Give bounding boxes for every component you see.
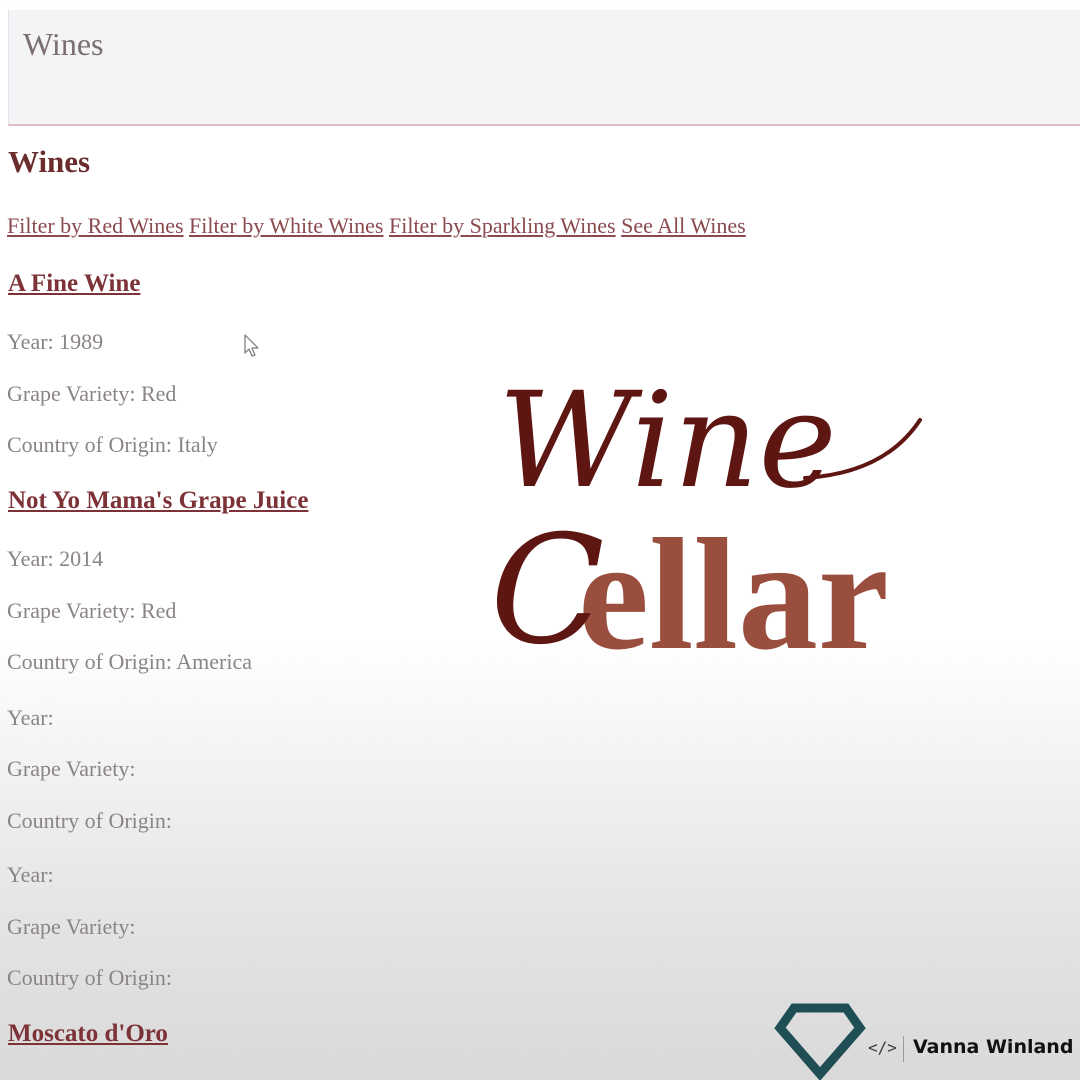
wine-year: Year: — [7, 705, 54, 730]
filter-links: Filter by Red Wines Filter by White Wine… — [7, 213, 746, 239]
filter-white-link[interactable]: Filter by White Wines — [189, 213, 383, 238]
wine-country: Country of Origin: — [7, 808, 172, 833]
mouse-pointer-icon — [244, 334, 259, 357]
wine-country: Country of Origin: Italy — [7, 432, 218, 457]
brand-divider — [903, 1036, 904, 1062]
see-all-link[interactable]: See All Wines — [621, 213, 746, 238]
filter-red-link[interactable]: Filter by Red Wines — [7, 213, 184, 238]
brand-watermark: </> Vanna Winland — [772, 1000, 1074, 1080]
wine-cellar-logo: Wine ellar C — [490, 364, 922, 668]
top-bar: Wines — [8, 10, 1080, 126]
wine-grape-variety: Grape Variety: — [7, 756, 136, 781]
code-icon: </> — [868, 1038, 897, 1057]
logo-wine-text: Wine — [498, 364, 837, 518]
wine-year: Year: — [7, 862, 54, 887]
wine-country: Country of Origin: — [7, 965, 172, 990]
page-title: Wines — [8, 144, 91, 179]
wine-title-link[interactable]: Not Yo Mama's Grape Juice — [8, 487, 308, 515]
diamond-logo-icon — [774, 1003, 866, 1080]
wine-title-link[interactable]: A Fine Wine — [8, 270, 140, 298]
wine-year: Year: 1989 — [7, 329, 104, 354]
logo-ellar-text: ellar — [578, 505, 889, 668]
wine-grape-variety: Grape Variety: — [7, 914, 136, 939]
wine-country: Country of Origin: America — [7, 649, 253, 674]
wine-grape-variety: Grape Variety: Red — [7, 381, 177, 406]
logo-c-text: C — [490, 504, 605, 668]
brand-name: Vanna Winland — [913, 1036, 1074, 1058]
wine-title-link[interactable]: Moscato d'Oro — [8, 1020, 168, 1048]
wine-grape-variety: Grape Variety: Red — [7, 598, 177, 623]
filter-sparkling-link[interactable]: Filter by Sparkling Wines — [389, 213, 616, 238]
topbar-title: Wines — [23, 26, 104, 62]
wine-year: Year: 2014 — [7, 546, 104, 571]
